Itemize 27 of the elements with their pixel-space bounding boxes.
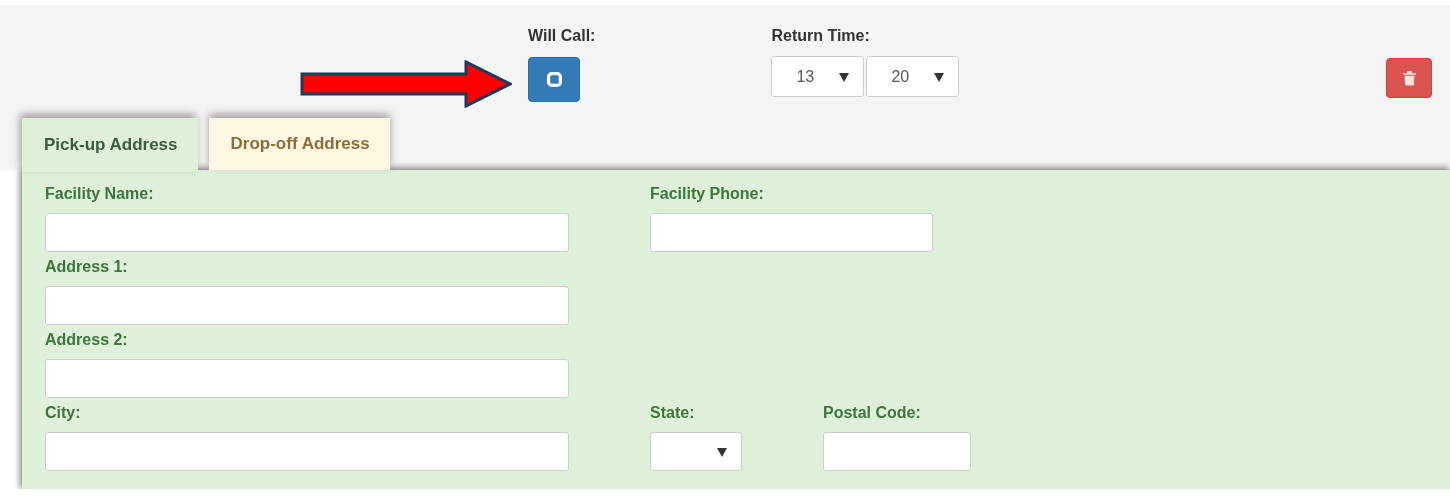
field-label: Facility Name: bbox=[45, 184, 155, 204]
caret-icon bbox=[717, 446, 727, 457]
caret-icon bbox=[839, 71, 850, 82]
field-label: Facility Phone: bbox=[650, 184, 765, 204]
state-select[interactable] bbox=[650, 432, 742, 471]
caret-icon bbox=[934, 71, 945, 82]
input-field[interactable] bbox=[45, 286, 569, 325]
tab[interactable]: Pick-up Address bbox=[22, 118, 198, 172]
field-label: Will Call: bbox=[528, 27, 596, 45]
input-field[interactable] bbox=[823, 432, 971, 471]
trash-icon bbox=[1402, 70, 1416, 86]
will-call-toggle[interactable] bbox=[528, 57, 580, 102]
tab[interactable]: Drop-off Address bbox=[208, 118, 390, 170]
input-field[interactable] bbox=[45, 432, 569, 471]
input-field[interactable] bbox=[650, 213, 933, 252]
field-label: Address 2: bbox=[45, 330, 129, 350]
field-label: State: bbox=[650, 403, 696, 423]
minute-select[interactable]: 20 bbox=[866, 56, 960, 97]
input-field[interactable] bbox=[45, 359, 569, 398]
field-label: Postal Code: bbox=[823, 403, 922, 423]
checkbox-icon bbox=[546, 72, 562, 87]
field-label: City: bbox=[45, 403, 82, 423]
field-label: Address 1: bbox=[45, 257, 129, 277]
delete-button[interactable] bbox=[1386, 58, 1432, 98]
input-field[interactable] bbox=[45, 213, 569, 252]
hour-select[interactable]: 13 bbox=[771, 56, 865, 97]
field-label: Return Time: bbox=[771, 27, 871, 45]
